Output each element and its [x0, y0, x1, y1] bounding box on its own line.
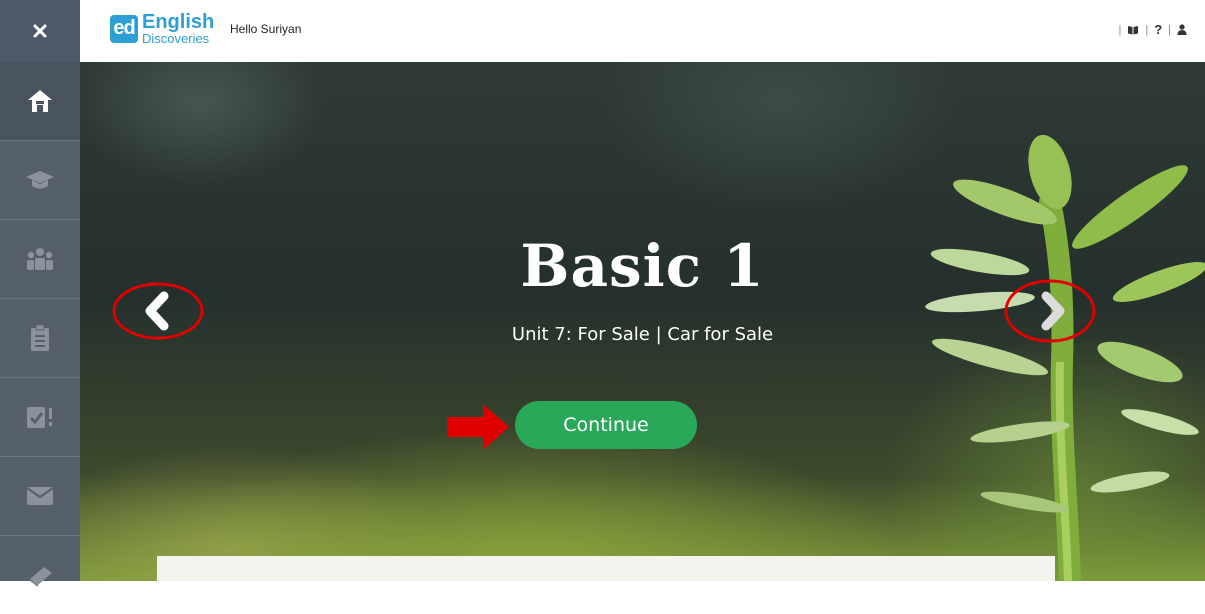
- chevron-left-icon: [145, 291, 169, 331]
- sidebar-item-dictionary[interactable]: [0, 536, 80, 614]
- envelope-icon: [26, 487, 54, 505]
- header-toolbar: | | ? |: [1118, 22, 1187, 37]
- clipboard-icon: [31, 324, 49, 351]
- next-course-button[interactable]: [1004, 279, 1096, 343]
- book-icon[interactable]: [1127, 25, 1139, 35]
- red-arrow-annotation: [447, 404, 509, 450]
- previous-course-button[interactable]: [112, 282, 204, 340]
- sidebar-item-courses[interactable]: [0, 141, 80, 220]
- content-panel: [157, 556, 1055, 581]
- assignment-check-icon: [27, 407, 52, 428]
- logo-subtitle: Discoveries: [142, 31, 210, 46]
- continue-button[interactable]: Continue: [515, 401, 697, 449]
- logo-title: English: [142, 11, 215, 33]
- user-icon[interactable]: [1177, 24, 1187, 35]
- group-icon: [27, 248, 53, 270]
- logo-badge: ed: [110, 14, 138, 43]
- sidebar: [0, 62, 80, 587]
- plant-image: [925, 134, 1205, 581]
- sidebar-item-home[interactable]: [0, 62, 80, 141]
- top-header: ed English Discoveries Hello Suriyan | |…: [0, 0, 1205, 63]
- help-icon[interactable]: ?: [1154, 22, 1162, 37]
- book-icon: [30, 567, 52, 587]
- sidebar-item-tests[interactable]: [0, 378, 80, 457]
- chevron-right-icon: [1041, 291, 1065, 331]
- graduation-cap-icon: [26, 171, 54, 189]
- home-icon: [28, 90, 52, 112]
- sidebar-item-assignments[interactable]: [0, 299, 80, 378]
- close-icon: [33, 24, 47, 38]
- user-greeting: Hello Suriyan: [230, 22, 302, 36]
- close-sidebar-button[interactable]: [0, 0, 80, 62]
- course-hero-banner: Basic 1 Unit 7: For Sale | Car for Sale …: [80, 62, 1205, 581]
- english-discoveries-logo[interactable]: ed English Discoveries: [110, 12, 214, 45]
- sidebar-item-messages[interactable]: [0, 457, 80, 536]
- sidebar-item-community[interactable]: [0, 220, 80, 299]
